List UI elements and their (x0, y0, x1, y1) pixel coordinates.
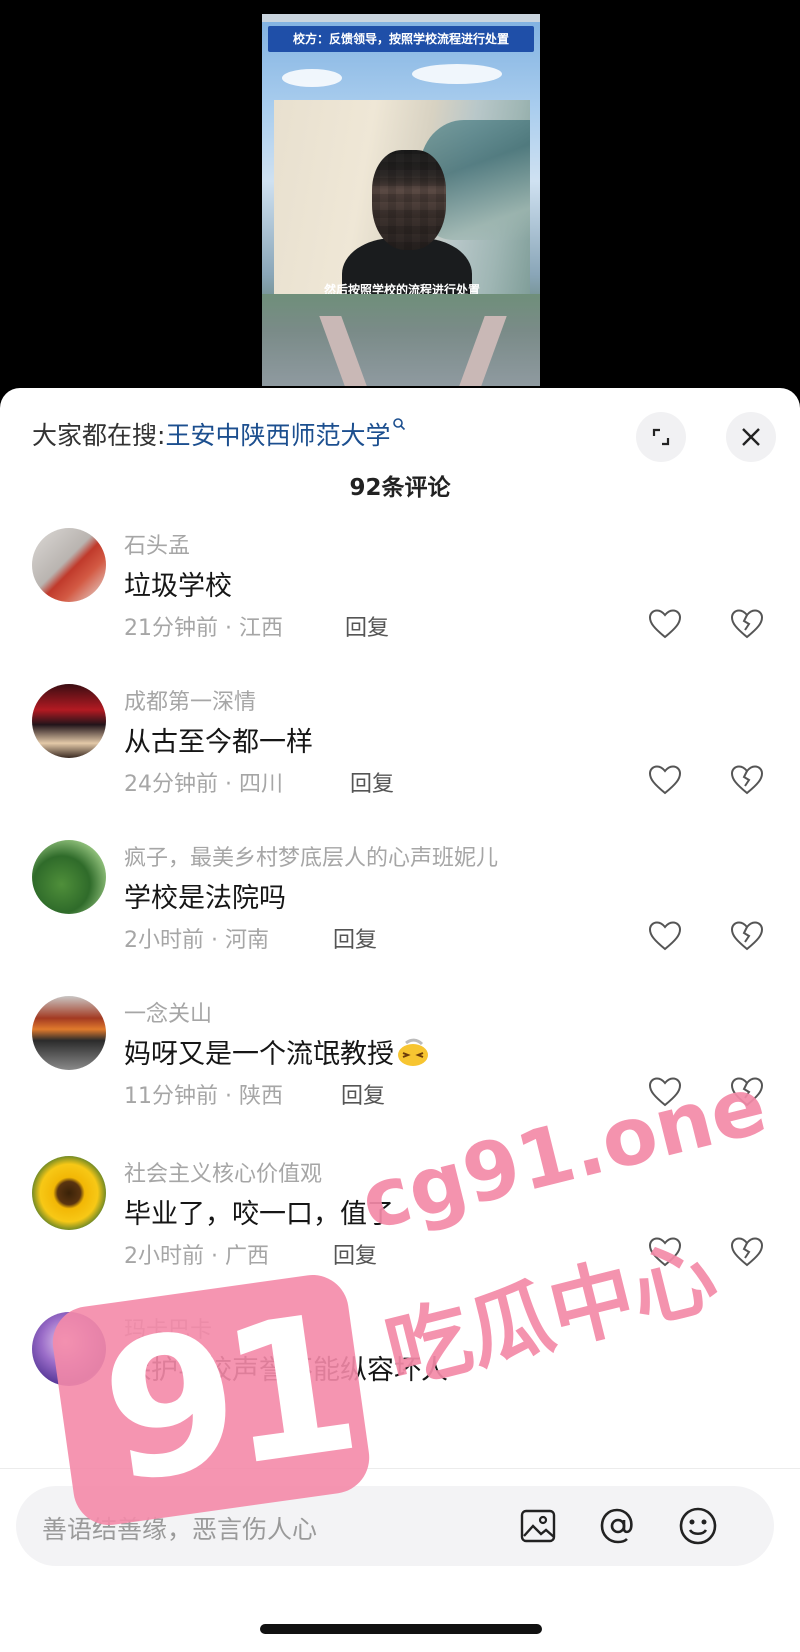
home-indicator[interactable] (260, 1624, 542, 1634)
cloud-shape (412, 64, 502, 84)
heart-icon[interactable] (648, 608, 682, 640)
walkway (319, 316, 367, 386)
comment-text[interactable]: 学校是法院吗 (124, 876, 286, 915)
comments-sheet: 大家都在搜: 王安中陕西师范大学 92条评论 石头孟 垃圾学校 21分钟前 · … (0, 388, 800, 1652)
comment-count: 92条评论 (349, 475, 451, 501)
reply-button[interactable]: 回复 (333, 1238, 377, 1270)
image-icon[interactable] (516, 1504, 560, 1548)
comment-text[interactable]: 毕业了，咬一口，值了 (124, 1192, 394, 1231)
search-icon (392, 417, 406, 435)
comment-author[interactable]: 石头孟 (124, 528, 190, 560)
comment-meta: 24分钟前 · 四川 (124, 772, 283, 797)
comment-text[interactable]: 保护学校声誉不能纵容坏人 (124, 1348, 448, 1387)
comment-item: 石头孟 垃圾学校 21分钟前 · 江西 回复 (0, 528, 800, 678)
reply-button[interactable]: 回复 (333, 922, 377, 954)
reply-button[interactable]: 回复 (345, 610, 389, 642)
broken-heart-icon[interactable] (730, 1236, 764, 1268)
reply-button[interactable]: 回复 (341, 1078, 385, 1110)
avatar[interactable] (32, 840, 106, 914)
comment-text[interactable]: 从古至今都一样 (124, 720, 313, 759)
video-frame[interactable]: 校方：反馈领导，按照学校流程进行处置 然后按照学校的流程进行处置 (262, 14, 540, 386)
comment-author[interactable]: 玛卡巴卡 (124, 1312, 212, 1344)
input-divider (0, 1468, 800, 1469)
comment-text[interactable]: 妈呀又是一个流氓教授 (124, 1032, 430, 1071)
close-button[interactable] (726, 412, 776, 462)
comment-item: 玛卡巴卡 保护学校声誉不能纵容坏人 (0, 1312, 800, 1462)
comment-item: 社会主义核心价值观 毕业了，咬一口，值了 2小时前 · 广西 回复 (0, 1156, 800, 1306)
broken-heart-icon[interactable] (730, 764, 764, 796)
at-mention-icon[interactable] (596, 1504, 640, 1548)
avatar[interactable] (32, 996, 106, 1070)
sleepy-face-emoji-icon (398, 1038, 428, 1066)
heart-icon[interactable] (648, 920, 682, 952)
heart-icon[interactable] (648, 764, 682, 796)
heart-icon[interactable] (648, 1076, 682, 1108)
close-icon (742, 428, 760, 446)
trending-search[interactable]: 大家都在搜: 王安中陕西师范大学 (32, 414, 406, 454)
cloud-shape (282, 69, 342, 87)
expand-icon (652, 428, 670, 446)
expand-button[interactable] (636, 412, 686, 462)
video-top-strip (262, 14, 540, 22)
comment-author[interactable]: 社会主义核心价值观 (124, 1156, 322, 1188)
broken-heart-icon[interactable] (730, 1076, 764, 1108)
video-banner: 校方：反馈领导，按照学校流程进行处置 (268, 26, 534, 52)
comment-item: 一念关山 妈呀又是一个流氓教授 11分钟前 · 陕西 回复 (0, 996, 800, 1146)
comment-meta: 2小时前 · 河南 (124, 928, 269, 953)
reply-button[interactable]: 回复 (350, 766, 394, 798)
comment-author[interactable]: 成都第一深情 (124, 684, 256, 716)
comment-author[interactable]: 一念关山 (124, 996, 212, 1028)
comment-item: 成都第一深情 从古至今都一样 24分钟前 · 四川 回复 (0, 684, 800, 834)
comment-input[interactable]: 善语结善缘，恶言伤人心 (16, 1486, 774, 1566)
video-player[interactable]: 校方：反馈领导，按照学校流程进行处置 然后按照学校的流程进行处置 (0, 0, 800, 400)
avatar[interactable] (32, 1156, 106, 1230)
walkway (459, 316, 507, 386)
comment-input-placeholder: 善语结善缘，恶言伤人心 (42, 1515, 318, 1544)
comment-meta: 11分钟前 · 陕西 (124, 1084, 283, 1109)
video-ground (262, 294, 540, 386)
avatar[interactable] (32, 528, 106, 602)
comment-text[interactable]: 垃圾学校 (124, 564, 232, 603)
broken-heart-icon[interactable] (730, 608, 764, 640)
comment-meta: 2小时前 · 广西 (124, 1244, 269, 1269)
heart-icon[interactable] (648, 1236, 682, 1268)
pixelated-face (372, 150, 446, 250)
avatar[interactable] (32, 684, 106, 758)
comment-meta: 21分钟前 · 江西 (124, 616, 283, 641)
broken-heart-icon[interactable] (730, 920, 764, 952)
emoji-icon[interactable] (676, 1504, 720, 1548)
avatar[interactable] (32, 1312, 106, 1386)
video-inner-frame: 然后按照学校的流程进行处置 (274, 100, 530, 306)
comment-author[interactable]: 疯子，最美乡村梦底层人的心声班妮儿 (124, 840, 498, 872)
trending-search-link[interactable]: 王安中陕西师范大学 (165, 416, 390, 452)
comment-text-content: 妈呀又是一个流氓教授 (124, 1039, 394, 1070)
comment-item: 疯子，最美乡村梦底层人的心声班妮儿 学校是法院吗 2小时前 · 河南 回复 (0, 840, 800, 990)
trending-search-label: 大家都在搜: (32, 421, 166, 450)
